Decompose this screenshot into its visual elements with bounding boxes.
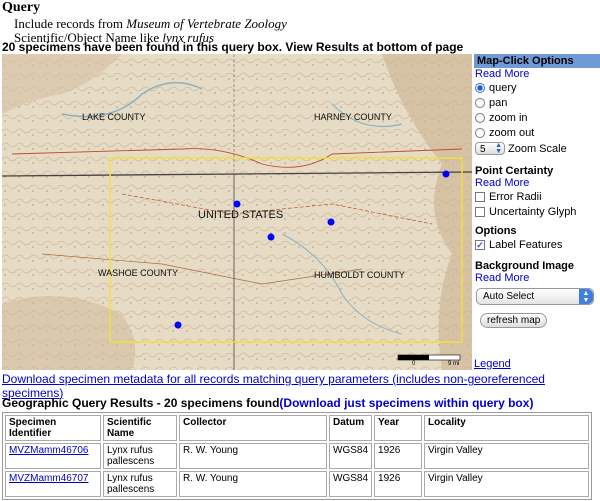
specimen-link[interactable]: MVZMamm46706 [9, 445, 88, 456]
topo-map[interactable]: LAKE COUNTY HARNEY COUNTY UNITED STATES … [2, 54, 472, 370]
legend-link[interactable]: Legend [474, 358, 511, 370]
background-read-more-link[interactable]: Read More [475, 272, 529, 284]
year-cell: 1926 [374, 471, 423, 497]
specimen-link[interactable]: MVZMamm46707 [9, 473, 88, 484]
scientific-name-cell: Lynx rufus pallescens [103, 471, 177, 497]
results-heading: Geographic Query Results - 20 specimens … [2, 396, 534, 410]
radio-query[interactable] [475, 82, 485, 93]
radio-pan[interactable] [475, 97, 485, 108]
specimen-point[interactable] [233, 200, 241, 208]
locality-cell: Virgin Valley [424, 443, 589, 469]
lake-county-label: LAKE COUNTY [82, 112, 146, 122]
query-heading: Query [2, 0, 41, 15]
specimen-point[interactable] [174, 321, 182, 329]
found-summary: 20 specimens have been found in this que… [2, 40, 464, 54]
scale-end-label: 9 mi [448, 361, 459, 367]
mode-zoom-out-option[interactable]: zoom out [474, 125, 600, 140]
label-features-checkbox[interactable]: ✓ [475, 239, 485, 250]
radio-zoom-out[interactable] [475, 127, 485, 138]
mode-pan-option[interactable]: pan [474, 95, 600, 110]
datum-cell: WGS84 [329, 471, 373, 497]
collector-cell: R. W. Young [179, 471, 327, 497]
download-query-box-link[interactable]: (Download just specimens within query bo… [279, 396, 533, 410]
refresh-map-button[interactable]: refresh map [480, 313, 548, 328]
radio-zoom-in[interactable] [475, 112, 485, 123]
mode-query-option[interactable]: query [474, 80, 600, 95]
humboldt-county-label: HUMBOLDT COUNTY [314, 270, 405, 280]
map-click-options-header: Map-Click Options [474, 54, 600, 68]
error-radii-checkbox[interactable] [475, 191, 485, 202]
uncertainty-glyph-checkbox[interactable] [475, 206, 485, 217]
background-image-title: Background Image [475, 260, 575, 272]
column-header: Year [374, 415, 423, 441]
collector-cell: R. W. Young [179, 443, 327, 469]
specimen-point[interactable] [442, 170, 450, 178]
column-header: Collector [179, 415, 327, 441]
harney-county-label: HARNEY COUNTY [314, 112, 392, 122]
specimen-point[interactable] [327, 218, 335, 226]
results-table: Specimen Identifier Scientific Name Coll… [2, 412, 592, 500]
select-arrows-icon: ▲ ▼ [579, 289, 593, 304]
washoe-county-label: WASHOE COUNTY [98, 268, 178, 278]
mode-zoom-in-option[interactable]: zoom in [474, 110, 600, 125]
year-cell: 1926 [374, 443, 423, 469]
column-header: Scientific Name [103, 415, 177, 441]
map-click-read-more-link[interactable]: Read More [475, 68, 529, 80]
options-title: Options [475, 225, 517, 237]
scientific-name-cell: Lynx rufus pallescens [103, 443, 177, 469]
point-certainty-title: Point Certainty [475, 165, 554, 177]
datum-cell: WGS84 [329, 443, 373, 469]
table-row: MVZMamm46706 Lynx rufus pallescens R. W.… [5, 443, 589, 469]
point-certainty-read-more-link[interactable]: Read More [475, 177, 529, 189]
locality-cell: Virgin Valley [424, 471, 589, 497]
united-states-label: UNITED STATES [198, 209, 283, 221]
stepper-arrows-icon: ▲ ▼ [495, 142, 502, 155]
column-header: Locality [424, 415, 589, 441]
zoom-scale-label: Zoom Scale [508, 142, 567, 155]
column-header: Datum [329, 415, 373, 441]
column-header: Specimen Identifier [5, 415, 101, 441]
table-header-row: Specimen Identifier Scientific Name Coll… [5, 415, 589, 441]
zoom-scale-select[interactable]: 5 ▲ ▼ [475, 142, 505, 155]
specimen-point[interactable] [267, 233, 275, 241]
map-options-panel: Map-Click Options Read More query pan zo… [474, 54, 600, 328]
table-row: MVZMamm46707 Lynx rufus pallescens R. W.… [5, 471, 589, 497]
background-select[interactable]: Auto Select ▲ ▼ [476, 288, 594, 305]
